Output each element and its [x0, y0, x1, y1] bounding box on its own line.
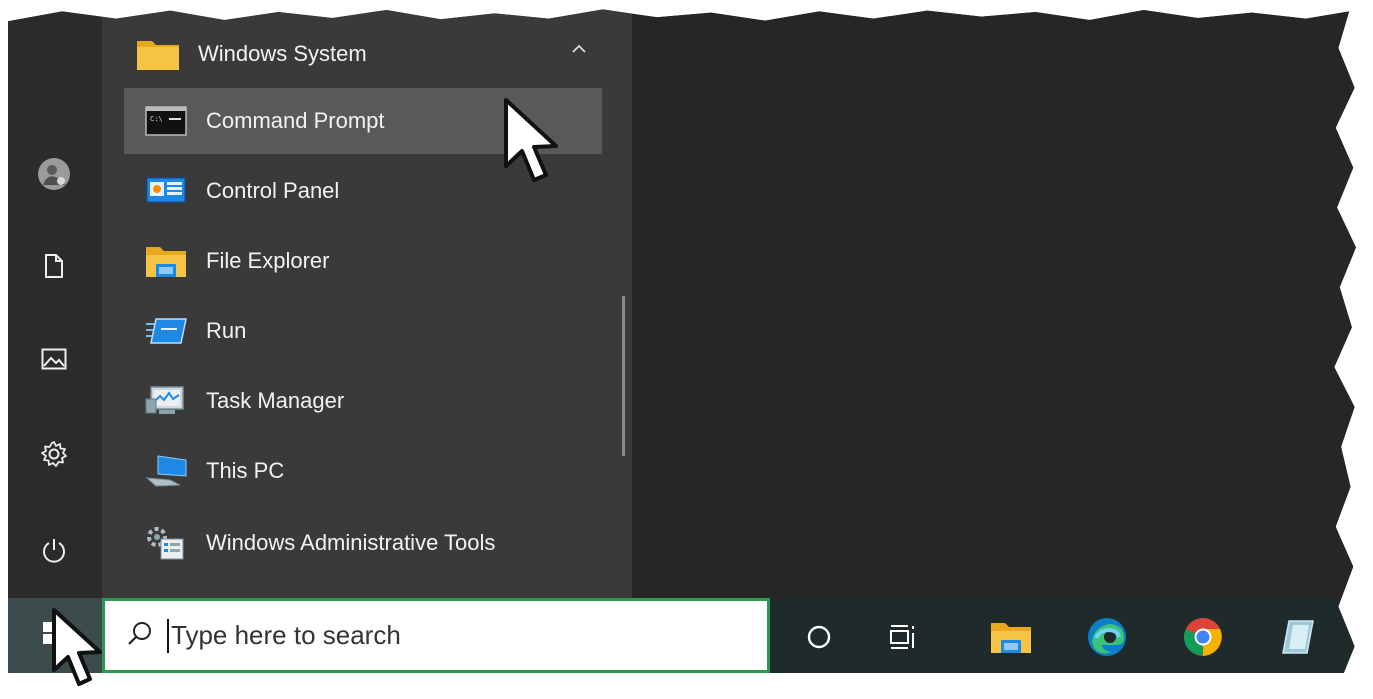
mouse-pointer-icon [50, 606, 108, 699]
app-windows-administrative-tools[interactable]: Windows Administrative Tools [124, 510, 602, 576]
group-windows-system[interactable]: Windows System [124, 30, 602, 78]
search-icon [127, 620, 153, 651]
app-run[interactable]: Run [124, 298, 602, 364]
app-file-explorer[interactable]: File Explorer [124, 228, 602, 294]
app-list-scrollbar[interactable] [622, 296, 625, 456]
app-label: Windows Administrative Tools [206, 530, 496, 555]
app-label: File Explorer [206, 248, 330, 273]
file-explorer-icon[interactable] [986, 612, 1036, 662]
file-explorer-icon [144, 244, 188, 278]
svg-text:C:\: C:\ [150, 115, 163, 123]
run-icon [144, 314, 188, 348]
notepad-app-icon[interactable] [1274, 612, 1324, 662]
documents-icon[interactable] [30, 242, 78, 290]
settings-gear-icon[interactable] [30, 430, 78, 478]
chevron-up-icon[interactable] [570, 42, 588, 61]
admin-tools-icon [144, 526, 188, 560]
task-manager-icon [144, 384, 188, 418]
task-view-icon[interactable] [878, 612, 928, 662]
taskbar: Type here to search [8, 598, 1356, 673]
app-this-pc[interactable]: This PC [124, 438, 602, 504]
this-pc-icon [144, 454, 188, 488]
app-label: Task Manager [206, 388, 345, 413]
app-label: Control Panel [206, 178, 340, 203]
start-tiles-area [632, 9, 1356, 598]
edge-icon[interactable] [1082, 612, 1132, 662]
app-label: Run [206, 318, 247, 343]
control-panel-icon [144, 174, 188, 208]
app-task-manager[interactable]: Task Manager [124, 368, 602, 434]
app-label: This PC [206, 458, 285, 483]
screenshot-frame: Windows System C:\ Command Prompt Contro… [8, 9, 1356, 673]
user-avatar-icon[interactable] [30, 150, 78, 198]
folder-icon [136, 37, 180, 71]
command-prompt-icon: C:\ [144, 104, 188, 138]
app-label: Command Prompt [206, 108, 385, 133]
pictures-icon[interactable] [30, 335, 78, 383]
start-left-rail [8, 9, 102, 598]
group-label: Windows System [198, 41, 367, 66]
search-placeholder: Type here to search [171, 620, 401, 650]
cortana-circle-icon[interactable] [794, 612, 844, 662]
text-caret [167, 618, 169, 653]
mouse-pointer-icon [502, 96, 564, 193]
power-icon[interactable] [30, 526, 78, 574]
chrome-icon[interactable] [1178, 612, 1228, 662]
taskbar-search-box[interactable]: Type here to search [102, 598, 770, 673]
